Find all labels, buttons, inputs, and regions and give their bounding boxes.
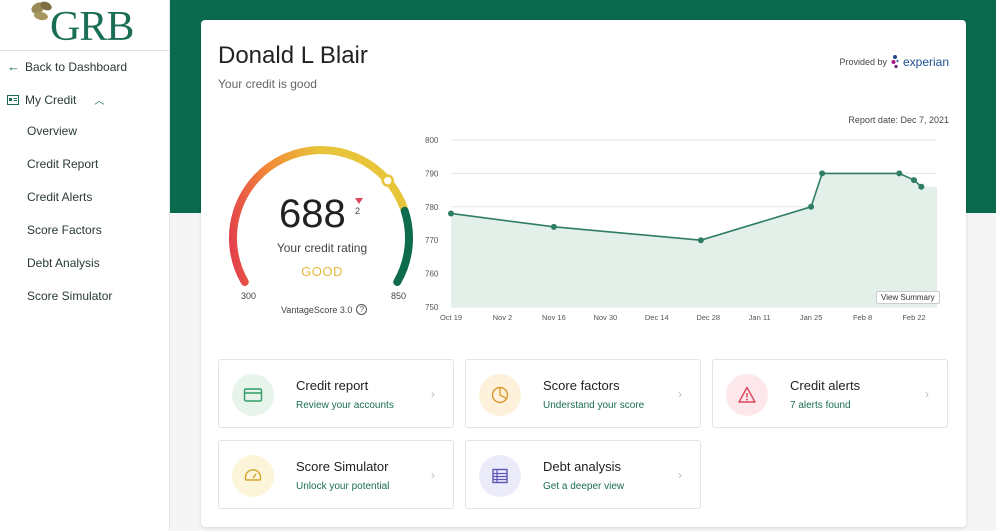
y-tick-label: 790 xyxy=(425,169,439,178)
score-point[interactable] xyxy=(448,210,454,217)
view-summary-button[interactable]: View Summary xyxy=(876,291,940,304)
x-tick-label: Nov 2 xyxy=(493,313,513,322)
tile-title: Credit alerts xyxy=(790,378,861,393)
x-tick-label: Oct 19 xyxy=(440,313,462,322)
gauge-marker xyxy=(381,174,394,187)
tile-subtitle: 7 alerts found xyxy=(790,400,851,411)
tile-score-factors[interactable]: Score factors Understand your score › xyxy=(465,359,701,428)
sidebar-item-credit-alerts[interactable]: Credit Alerts xyxy=(27,190,92,204)
chevron-right-icon: › xyxy=(431,387,435,401)
score-point[interactable] xyxy=(697,237,704,244)
help-icon[interactable]: ? xyxy=(356,304,368,315)
chevron-right-icon: › xyxy=(678,468,682,482)
score-down-icon xyxy=(355,198,363,204)
experian-logo-icon xyxy=(891,55,899,69)
score-point[interactable] xyxy=(808,203,815,210)
tile-title: Debt analysis xyxy=(543,459,622,474)
section-label: My Credit xyxy=(25,92,77,107)
provided-by-label: Provided by xyxy=(839,57,887,67)
y-tick-label: 800 xyxy=(425,136,439,145)
tile-title: Credit report xyxy=(296,378,369,393)
x-tick-label: Feb 8 xyxy=(853,313,872,322)
tile-icon-bg xyxy=(726,374,768,416)
credit-overview-card: Donald L Blair Your credit is good Provi… xyxy=(201,20,966,527)
chevron-up-icon[interactable]: ︿ xyxy=(94,92,104,107)
tile-icon-bg xyxy=(232,374,274,416)
tile-title: Score factors xyxy=(543,378,620,393)
pie-icon xyxy=(491,386,509,404)
score-model: VantageScore 3.0 ? xyxy=(281,304,368,315)
y-tick-label: 750 xyxy=(425,303,439,312)
customer-name: Donald L Blair xyxy=(218,42,368,69)
sidebar-divider xyxy=(0,50,170,51)
score-range-min: 300 xyxy=(241,291,257,301)
sidebar-item-credit-report[interactable]: Credit Report xyxy=(27,157,98,171)
tile-credit-report[interactable]: Credit report Review your accounts › xyxy=(218,359,454,428)
provided-by: Provided by experian xyxy=(839,54,949,70)
y-tick-label: 780 xyxy=(425,203,439,212)
tile-credit-alerts[interactable]: Credit alerts 7 alerts found › xyxy=(712,359,948,428)
logo-text: GRB xyxy=(50,4,134,50)
rating-value: GOOD xyxy=(301,264,343,279)
tile-score-simulator[interactable]: Score Simulator Unlock your potential › xyxy=(218,440,454,509)
score-point[interactable] xyxy=(896,170,903,177)
score-delta: 2 xyxy=(355,206,361,216)
y-tick-label: 760 xyxy=(425,270,439,279)
rating-label: Your credit rating xyxy=(276,241,368,255)
sidebar-section-my-credit[interactable]: My Credit ︿ xyxy=(7,92,104,107)
sidebar-item-overview[interactable]: Overview xyxy=(27,124,77,138)
sidebar-item-score-factors[interactable]: Score Factors xyxy=(27,223,102,237)
card-icon xyxy=(243,388,263,402)
table-icon xyxy=(492,468,508,484)
score-point[interactable] xyxy=(911,177,917,184)
score-model-label: VantageScore 3.0 xyxy=(281,304,353,315)
x-tick-label: Dec 14 xyxy=(645,313,669,322)
y-tick-label: 770 xyxy=(425,236,439,245)
credit-score: 688 xyxy=(279,192,346,236)
grb-logo[interactable]: GRB xyxy=(28,0,148,50)
arrow-left-icon: ← xyxy=(7,59,20,74)
chevron-right-icon: › xyxy=(678,387,682,401)
sidebar: GRB ← Back to Dashboard My Credit ︿ Over… xyxy=(0,0,170,531)
report-date: Report date: Dec 7, 2021 xyxy=(848,115,949,125)
provider-name: experian xyxy=(902,55,949,69)
x-tick-label: Jan 25 xyxy=(800,313,823,322)
tile-icon-bg xyxy=(479,374,521,416)
tile-subtitle: Review your accounts xyxy=(296,400,394,411)
tile-subtitle: Understand your score xyxy=(543,400,645,411)
chevron-right-icon: › xyxy=(431,468,435,482)
id-card-icon xyxy=(7,94,19,105)
tile-icon-bg xyxy=(479,455,521,497)
x-tick-label: Jan 11 xyxy=(749,313,771,322)
credit-status-subtitle: Your credit is good xyxy=(218,77,317,91)
tile-icon-bg xyxy=(232,455,274,497)
tile-subtitle: Get a deeper view xyxy=(543,481,625,492)
score-point[interactable] xyxy=(918,183,925,190)
tile-subtitle: Unlock your potential xyxy=(296,481,390,492)
x-tick-label: Nov 30 xyxy=(593,313,617,322)
score-point[interactable] xyxy=(819,170,826,177)
tile-title: Score Simulator xyxy=(296,459,389,474)
x-tick-label: Feb 22 xyxy=(902,313,925,322)
sidebar-item-score-simulator[interactable]: Score Simulator xyxy=(27,289,112,303)
sidebar-item-debt-analysis[interactable]: Debt Analysis xyxy=(27,256,100,270)
chevron-right-icon: › xyxy=(925,387,929,401)
gauge-icon xyxy=(244,469,262,481)
score-range-max: 850 xyxy=(391,291,407,301)
back-label: Back to Dashboard xyxy=(25,59,128,74)
x-tick-label: Nov 16 xyxy=(542,313,566,322)
score-history-chart: 750 760 770 780 790 800 Oct 19 Nov 2 Nov 16 Nov 3… xyxy=(425,136,937,322)
tile-debt-analysis[interactable]: Debt analysis Get a deeper view › xyxy=(465,440,701,509)
back-to-dashboard-link[interactable]: ← Back to Dashboard xyxy=(7,59,127,74)
warning-icon xyxy=(738,386,756,403)
x-tick-label: Dec 28 xyxy=(696,313,720,322)
score-point[interactable] xyxy=(550,223,557,230)
